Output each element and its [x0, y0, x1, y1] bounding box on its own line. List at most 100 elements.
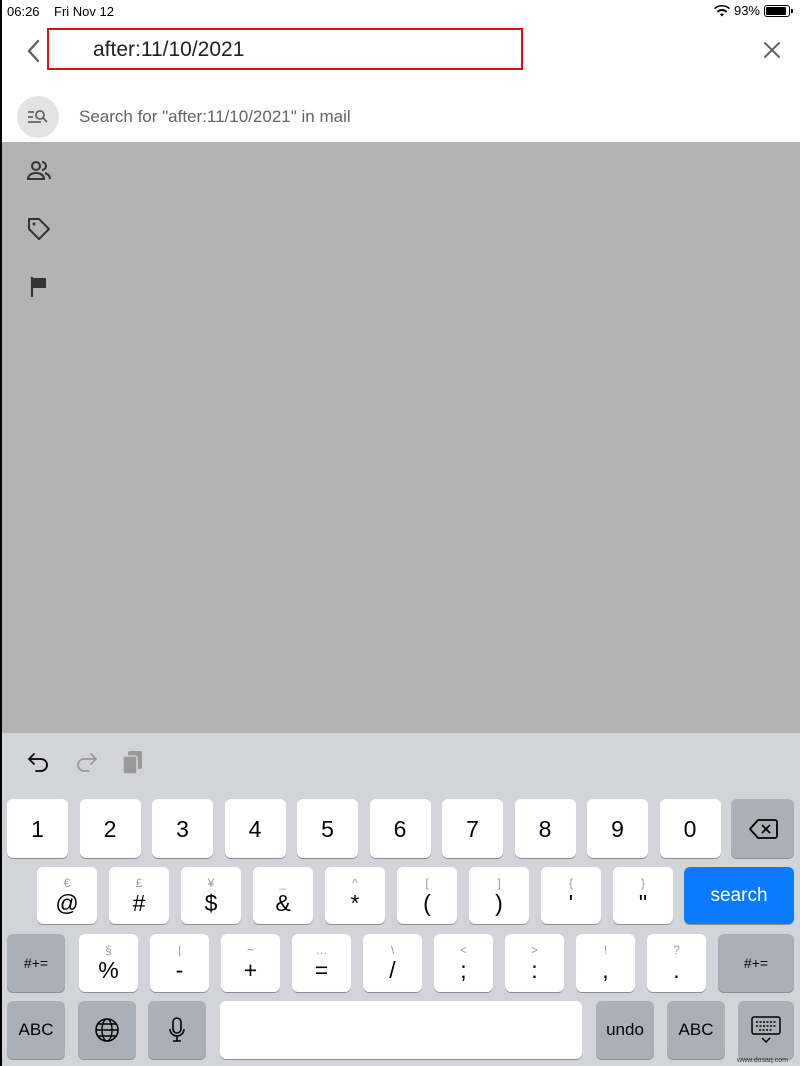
key-secondary-label: €	[63, 875, 71, 890]
symbols-key-right[interactable]: #+=	[718, 934, 794, 992]
key-label: 9	[611, 815, 624, 842]
battery-icon	[764, 4, 793, 17]
abc-key-right[interactable]: ABC	[667, 1001, 725, 1059]
microphone-icon	[169, 1017, 185, 1042]
key-label: 8	[538, 815, 552, 842]
key-secondary-label: ?	[673, 943, 680, 957]
symbol-key[interactable]: | -	[150, 934, 209, 992]
key-secondary-label: \	[390, 943, 395, 957]
key-label: 3	[176, 815, 189, 842]
clear-search-button[interactable]	[760, 38, 784, 62]
key-7[interactable]: 7	[442, 799, 503, 858]
key-label: #	[132, 889, 146, 916]
key-secondary-label: ]	[497, 875, 501, 890]
key-label: =	[314, 957, 329, 983]
dismiss-keyboard-key[interactable]	[738, 1001, 794, 1059]
key-label: )	[495, 889, 503, 916]
key-0[interactable]: 0	[659, 799, 721, 858]
key-secondary-label: £	[135, 875, 143, 890]
keyboard-dismiss-icon	[751, 1016, 781, 1044]
space-bar[interactable]	[220, 1001, 582, 1059]
redo-icon[interactable]	[73, 749, 99, 775]
symbol-key[interactable]: ])	[469, 867, 529, 924]
undo-key[interactable]: undo	[596, 1001, 654, 1059]
key-label: -	[175, 957, 184, 983]
on-screen-keyboard: search #+= #+= ABC undo ABC www.dosaq.co…	[2, 733, 800, 1066]
screen: 06:26 Fri Nov 12 93% Search for "after:1…	[2, 0, 800, 1066]
symbol-key[interactable]: ^ *	[325, 867, 385, 924]
label-icon[interactable]	[26, 216, 52, 242]
key-secondary-label: ~	[246, 943, 254, 957]
abc-key-left[interactable]: ABC	[7, 1001, 65, 1059]
backspace-key[interactable]	[731, 799, 794, 858]
dimmed-overlay[interactable]	[2, 142, 800, 733]
symbol-key[interactable]: £ #	[109, 867, 169, 924]
key-label: "	[638, 889, 648, 916]
key-label: 1	[31, 815, 44, 842]
flag-icon[interactable]	[26, 274, 52, 300]
key-label: 4	[248, 815, 262, 842]
key-label: +	[243, 957, 258, 983]
key-secondary-label: ^	[352, 875, 358, 890]
key-label: %	[98, 957, 119, 983]
symbol-key[interactable]: <;	[434, 934, 493, 992]
symbol-key[interactable]: §%	[79, 934, 138, 992]
symbols-key-left[interactable]: #+=	[7, 934, 65, 992]
symbol-key[interactable]: … =	[292, 934, 351, 992]
symbol-key[interactable]: ?.	[647, 934, 706, 992]
key-label: 2	[103, 815, 117, 842]
key-label: 6	[393, 815, 407, 842]
key-secondary-label: §	[105, 943, 112, 957]
search-key[interactable]: search	[684, 867, 794, 924]
key-8[interactable]: 8	[514, 799, 576, 858]
paste-icon[interactable]	[120, 749, 146, 775]
dictation-key[interactable]	[148, 1001, 206, 1059]
key-secondary-label: {	[568, 875, 573, 890]
key-2[interactable]: 2	[79, 799, 141, 858]
key-label: :	[531, 957, 538, 983]
key-secondary-label: !	[603, 943, 608, 957]
key-6[interactable]: 6	[369, 799, 431, 858]
symbol-key[interactable]: [(	[397, 867, 457, 924]
back-button[interactable]	[22, 36, 46, 66]
key-label: '	[568, 889, 574, 916]
symbol-key[interactable]: ~ +	[221, 934, 280, 992]
symbol-key[interactable]: } "	[613, 867, 673, 924]
globe-key[interactable]	[78, 1001, 136, 1059]
key-3[interactable]: 3	[152, 799, 213, 858]
key-label: ,	[602, 957, 609, 983]
key-label: @	[55, 889, 79, 916]
undo-icon[interactable]	[26, 749, 52, 775]
people-icon[interactable]	[26, 158, 52, 184]
search-field-highlight	[47, 28, 523, 70]
key-label: &	[275, 889, 291, 916]
key-secondary-label: ¥	[207, 875, 215, 890]
key-label: $	[204, 889, 218, 916]
key-secondary-label: <	[459, 943, 467, 957]
key-secondary-label: >	[530, 943, 538, 957]
status-bar: 06:26 Fri Nov 12 93%	[2, 0, 800, 22]
key-secondary-label: }	[640, 875, 645, 890]
symbol-key[interactable]: _ &	[253, 867, 313, 924]
key-label: ;	[460, 957, 467, 983]
battery-percent: 93%	[733, 3, 760, 18]
status-time: 06:26	[7, 4, 40, 19]
search-input[interactable]	[93, 36, 513, 64]
globe-icon	[95, 1018, 119, 1042]
symbol-key[interactable]: \ /	[363, 934, 422, 992]
key-label: 7	[466, 815, 479, 842]
suggestion-text: Search for "after:11/10/2021" in mail	[79, 107, 351, 126]
key-label: /	[389, 957, 396, 983]
watermark: www.dosaq.com	[737, 1057, 788, 1064]
symbol-key[interactable]: € @	[37, 867, 97, 924]
key-9[interactable]: 9	[587, 799, 648, 858]
search-suggestion[interactable]: Search for "after:11/10/2021" in mail	[2, 92, 800, 142]
symbol-key[interactable]: >:	[505, 934, 564, 992]
key-4[interactable]: 4	[224, 799, 286, 858]
key-5[interactable]: 5	[297, 799, 358, 858]
symbol-key[interactable]: {'	[541, 867, 601, 924]
key-1[interactable]: 1	[7, 799, 68, 858]
key-label: 5	[321, 815, 334, 842]
symbol-key[interactable]: ¥ $	[181, 867, 241, 924]
symbol-key[interactable]: !,	[576, 934, 635, 992]
